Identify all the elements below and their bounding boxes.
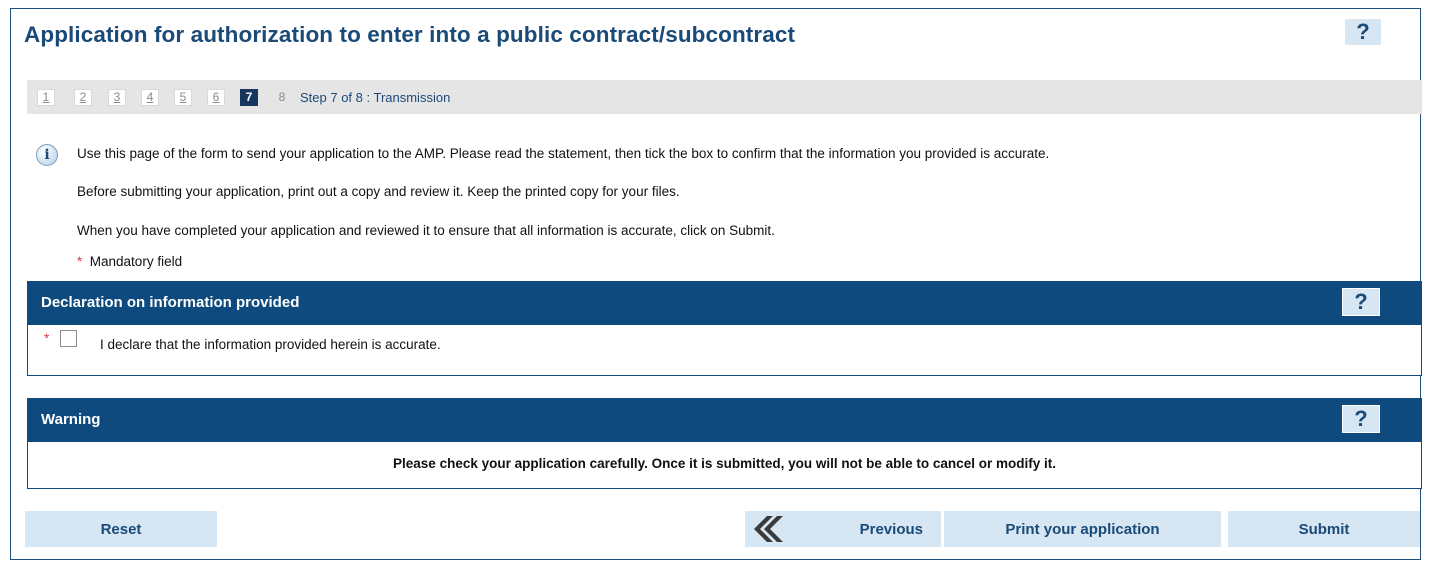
reset-button[interactable]: Reset	[25, 511, 217, 547]
declaration-help-button[interactable]: ?	[1342, 288, 1380, 316]
submit-button[interactable]: Submit	[1228, 511, 1420, 547]
print-button-label: Print your application	[1005, 520, 1160, 538]
previous-button-label: Previous	[859, 520, 923, 538]
submit-button-label: Submit	[1298, 520, 1350, 538]
declaration-checkbox[interactable]	[60, 330, 77, 347]
mandatory-note-text: Mandatory field	[89, 254, 183, 269]
step-link-5[interactable]: 5	[174, 89, 192, 106]
step-link-2[interactable]: 2	[74, 89, 92, 106]
page-help-button[interactable]: ?	[1344, 18, 1382, 46]
step-link-1[interactable]: 1	[37, 89, 55, 106]
declaration-section-title: Declaration on information provided	[41, 294, 300, 311]
page-title: Application for authorization to enter i…	[24, 22, 796, 47]
warning-section-title: Warning	[41, 411, 101, 428]
double-chevron-left-icon	[754, 516, 783, 542]
instruction-line-3: When you have completed your application…	[77, 223, 775, 238]
warning-text: Please check your application carefully.…	[393, 456, 1056, 471]
warning-help-button[interactable]: ?	[1342, 405, 1380, 433]
step-link-6[interactable]: 6	[207, 89, 225, 106]
instruction-line-2: Before submitting your application, prin…	[77, 184, 680, 199]
warning-section-header: Warning ?	[27, 398, 1422, 442]
print-application-button[interactable]: Print your application	[944, 511, 1221, 547]
step-navigation-bar	[27, 80, 1422, 114]
mandatory-note: * Mandatory field	[77, 254, 182, 269]
declaration-required-asterisk: *	[44, 331, 50, 346]
declaration-checkbox-label: I declare that the information provided …	[100, 337, 441, 352]
required-asterisk: *	[77, 254, 83, 269]
step-future-8: 8	[278, 90, 286, 104]
step-link-4[interactable]: 4	[141, 89, 159, 106]
step-link-3[interactable]: 3	[108, 89, 126, 106]
step-current-7: 7	[240, 89, 258, 106]
instruction-line-1: Use this page of the form to send your a…	[77, 146, 1050, 161]
declaration-section-header: Declaration on information provided ?	[27, 281, 1422, 325]
previous-button[interactable]: Previous	[745, 511, 941, 547]
step-label: Step 7 of 8 : Transmission	[300, 90, 451, 105]
info-icon: i	[36, 144, 58, 166]
reset-button-label: Reset	[100, 520, 142, 538]
